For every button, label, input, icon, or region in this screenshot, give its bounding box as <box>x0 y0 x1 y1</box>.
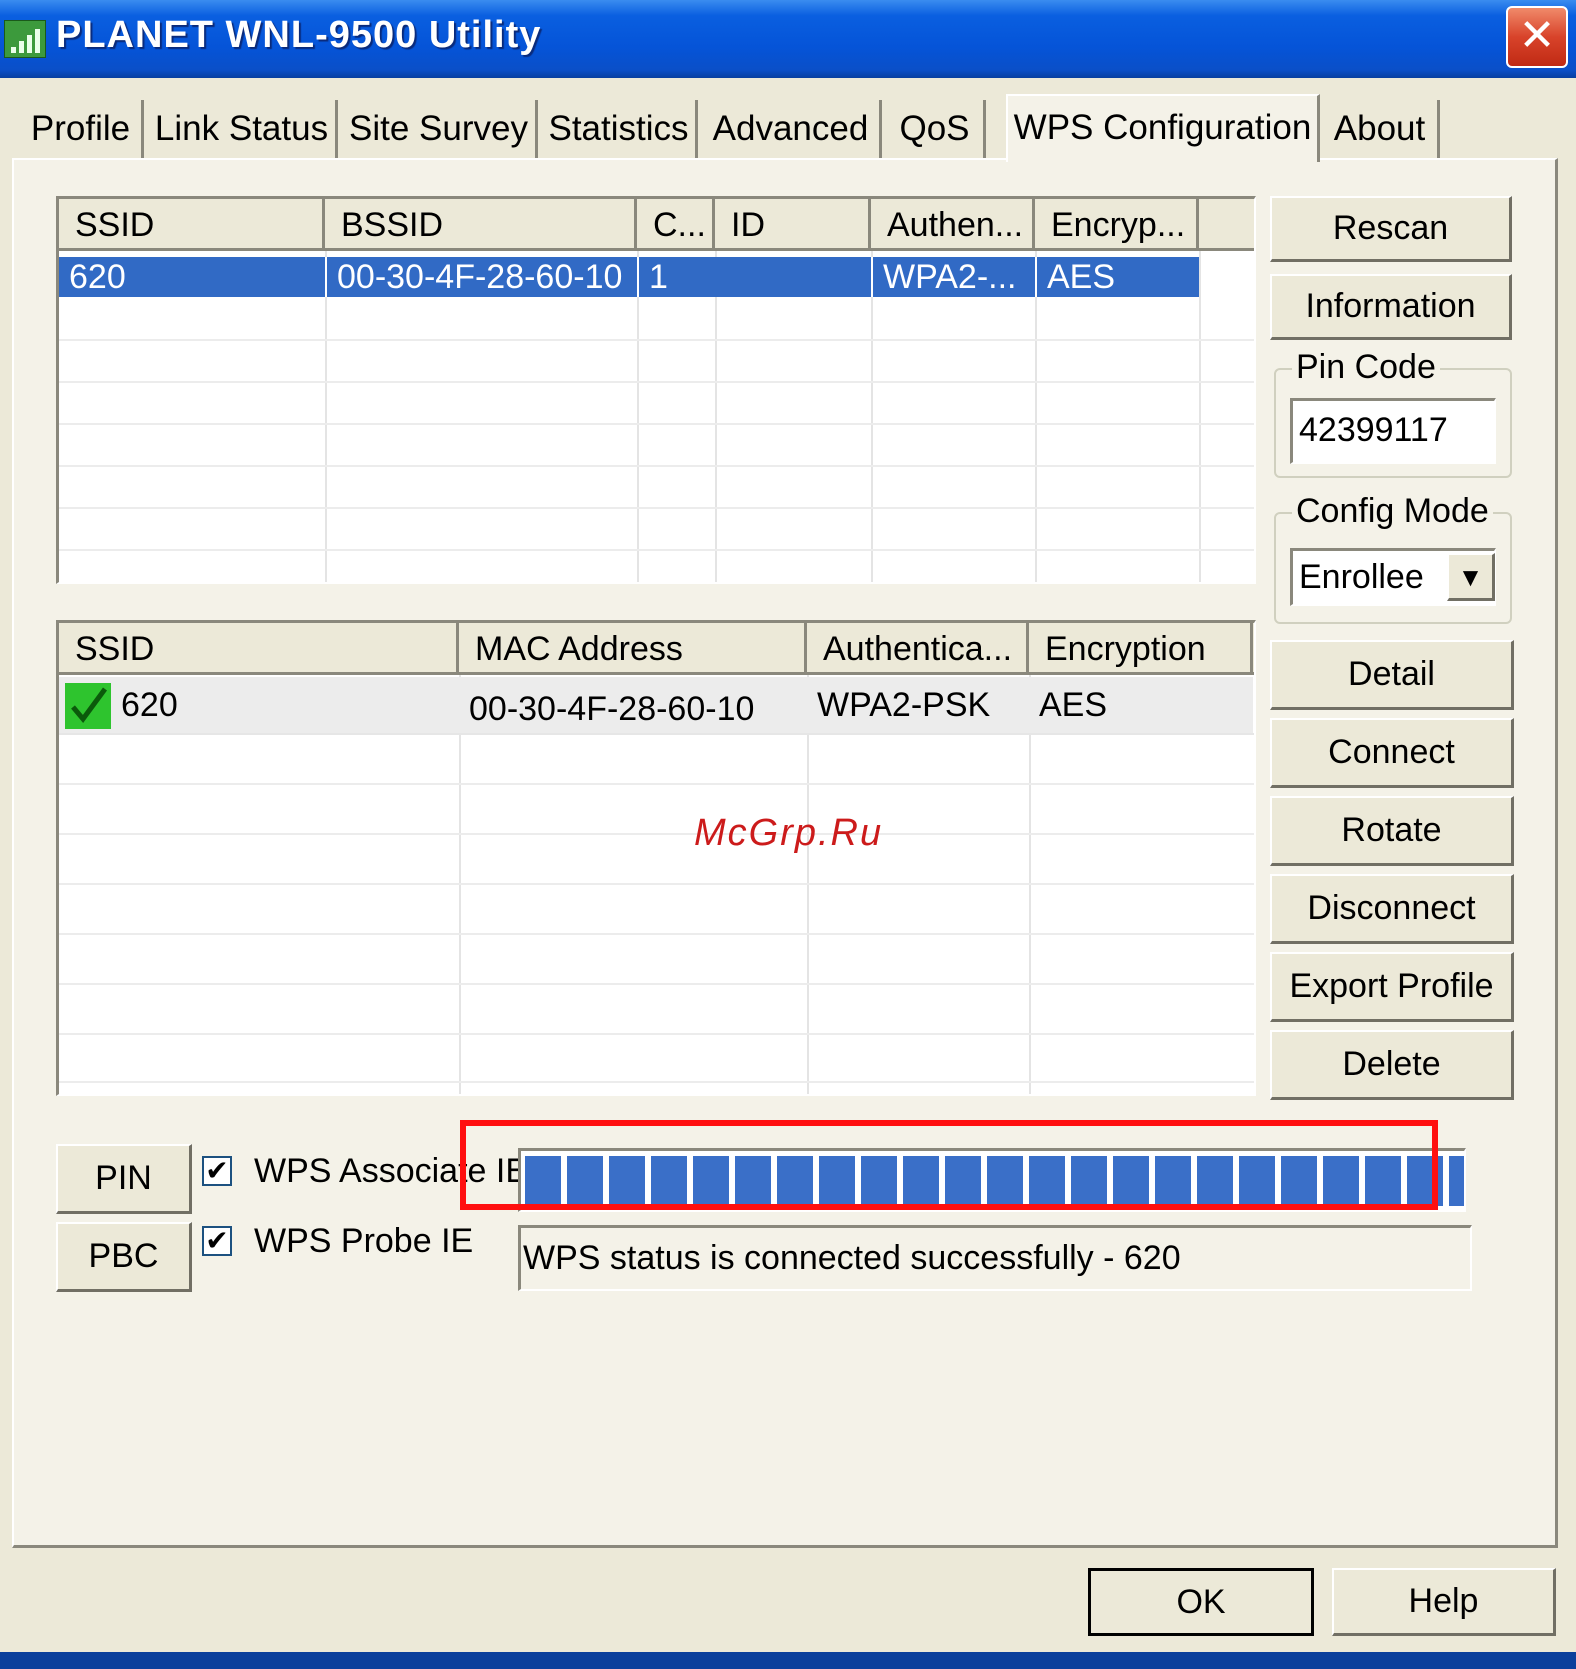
highlight-frame <box>460 1120 1438 1210</box>
col-encryption[interactable]: Encryption <box>1029 623 1253 672</box>
window-title: PLANET WNL-9500 Utility <box>56 14 542 56</box>
close-button[interactable]: ✕ <box>1506 6 1568 68</box>
profile-auth: WPA2-PSK <box>817 686 991 724</box>
pin-code-label: Pin Code <box>1292 348 1440 387</box>
progress-block <box>1449 1156 1464 1206</box>
tab-qos[interactable]: QoS <box>886 100 986 158</box>
window-bottom-border <box>0 1652 1576 1669</box>
close-icon: ✕ <box>1518 11 1556 60</box>
ap-row-selected[interactable]: 620 00-30-4F-28-60-10 1 WPA2-... AES <box>59 257 1199 297</box>
ap-channel: 1 <box>637 257 715 297</box>
tab-profile[interactable]: Profile <box>20 100 144 158</box>
tab-site-survey[interactable]: Site Survey <box>342 100 538 158</box>
col-authentication[interactable]: Authentica... <box>807 623 1029 672</box>
config-mode-select[interactable]: Enrollee ▼ <box>1290 548 1496 606</box>
col-ssid[interactable]: SSID <box>59 623 459 672</box>
title-bar: PLANET WNL-9500 Utility ✕ <box>0 0 1576 78</box>
watermark: McGrp.Ru <box>694 812 884 854</box>
ok-button[interactable]: OK <box>1088 1568 1314 1636</box>
ap-list-header: SSID BSSID C... ID Authen... Encryp... <box>59 199 1254 251</box>
col-id[interactable]: ID <box>715 199 871 248</box>
disconnect-button[interactable]: Disconnect <box>1270 874 1514 944</box>
profile-enc: AES <box>1039 686 1108 724</box>
information-button[interactable]: Information <box>1270 274 1512 340</box>
config-mode-group: Config Mode Enrollee ▼ <box>1274 492 1512 624</box>
profile-list-header: SSID MAC Address Authentica... Encryptio… <box>59 623 1254 675</box>
pin-code-field[interactable]: 42399117 <box>1290 398 1496 464</box>
tab-link-status[interactable]: Link Status <box>148 100 338 158</box>
tab-about[interactable]: About <box>1322 100 1440 158</box>
tab-wps-configuration[interactable]: WPS Configuration <box>1006 94 1320 162</box>
profile-row[interactable]: 620 00-30-4F-28-60-10 WPA2-PSK AES <box>59 677 1253 733</box>
export-profile-button[interactable]: Export Profile <box>1270 952 1514 1022</box>
tab-statistics[interactable]: Statistics <box>542 100 698 158</box>
detail-button[interactable]: Detail <box>1270 640 1514 710</box>
config-mode-label: Config Mode <box>1292 492 1493 531</box>
ap-bssid: 00-30-4F-28-60-10 <box>325 257 637 297</box>
rotate-button[interactable]: Rotate <box>1270 796 1514 866</box>
col-authentication[interactable]: Authen... <box>871 199 1035 248</box>
rescan-button[interactable]: Rescan <box>1270 196 1512 262</box>
ap-ssid: 620 <box>69 258 126 296</box>
ap-list[interactable]: SSID BSSID C... ID Authen... Encryp... 6… <box>56 196 1256 584</box>
wps-profile-list[interactable]: SSID MAC Address Authentica... Encryptio… <box>56 620 1256 1096</box>
profile-ssid: 620 <box>121 686 178 724</box>
help-button[interactable]: Help <box>1332 1568 1556 1636</box>
col-channel[interactable]: C... <box>637 199 715 248</box>
col-bssid[interactable]: BSSID <box>325 199 637 248</box>
connect-button[interactable]: Connect <box>1270 718 1514 788</box>
pbc-button[interactable]: PBC <box>56 1222 192 1292</box>
col-encryption[interactable]: Encryp... <box>1035 199 1199 248</box>
delete-button[interactable]: Delete <box>1270 1030 1514 1100</box>
chevron-down-icon[interactable]: ▼ <box>1447 553 1495 601</box>
wps-probe-ie-checkbox[interactable]: ✔ <box>202 1226 232 1256</box>
wps-probe-ie-label: WPS Probe IE <box>254 1222 474 1260</box>
profile-mac: 00-30-4F-28-60-10 <box>469 690 755 728</box>
signal-bars-icon <box>4 20 46 58</box>
wps-associate-ie-checkbox[interactable]: ✔ <box>202 1156 232 1186</box>
col-ssid[interactable]: SSID <box>59 199 325 248</box>
ap-enc: AES <box>1035 257 1199 297</box>
tab-advanced[interactable]: Advanced <box>702 100 882 158</box>
ap-auth: WPA2-... <box>871 257 1035 297</box>
green-check-icon <box>65 683 111 729</box>
pin-code-group: Pin Code 42399117 <box>1274 348 1512 478</box>
wps-status-text: WPS status is connected successfully - 6… <box>518 1225 1472 1291</box>
pin-button[interactable]: PIN <box>56 1144 192 1214</box>
col-mac-address[interactable]: MAC Address <box>459 623 807 672</box>
config-mode-value: Enrollee <box>1299 558 1424 596</box>
